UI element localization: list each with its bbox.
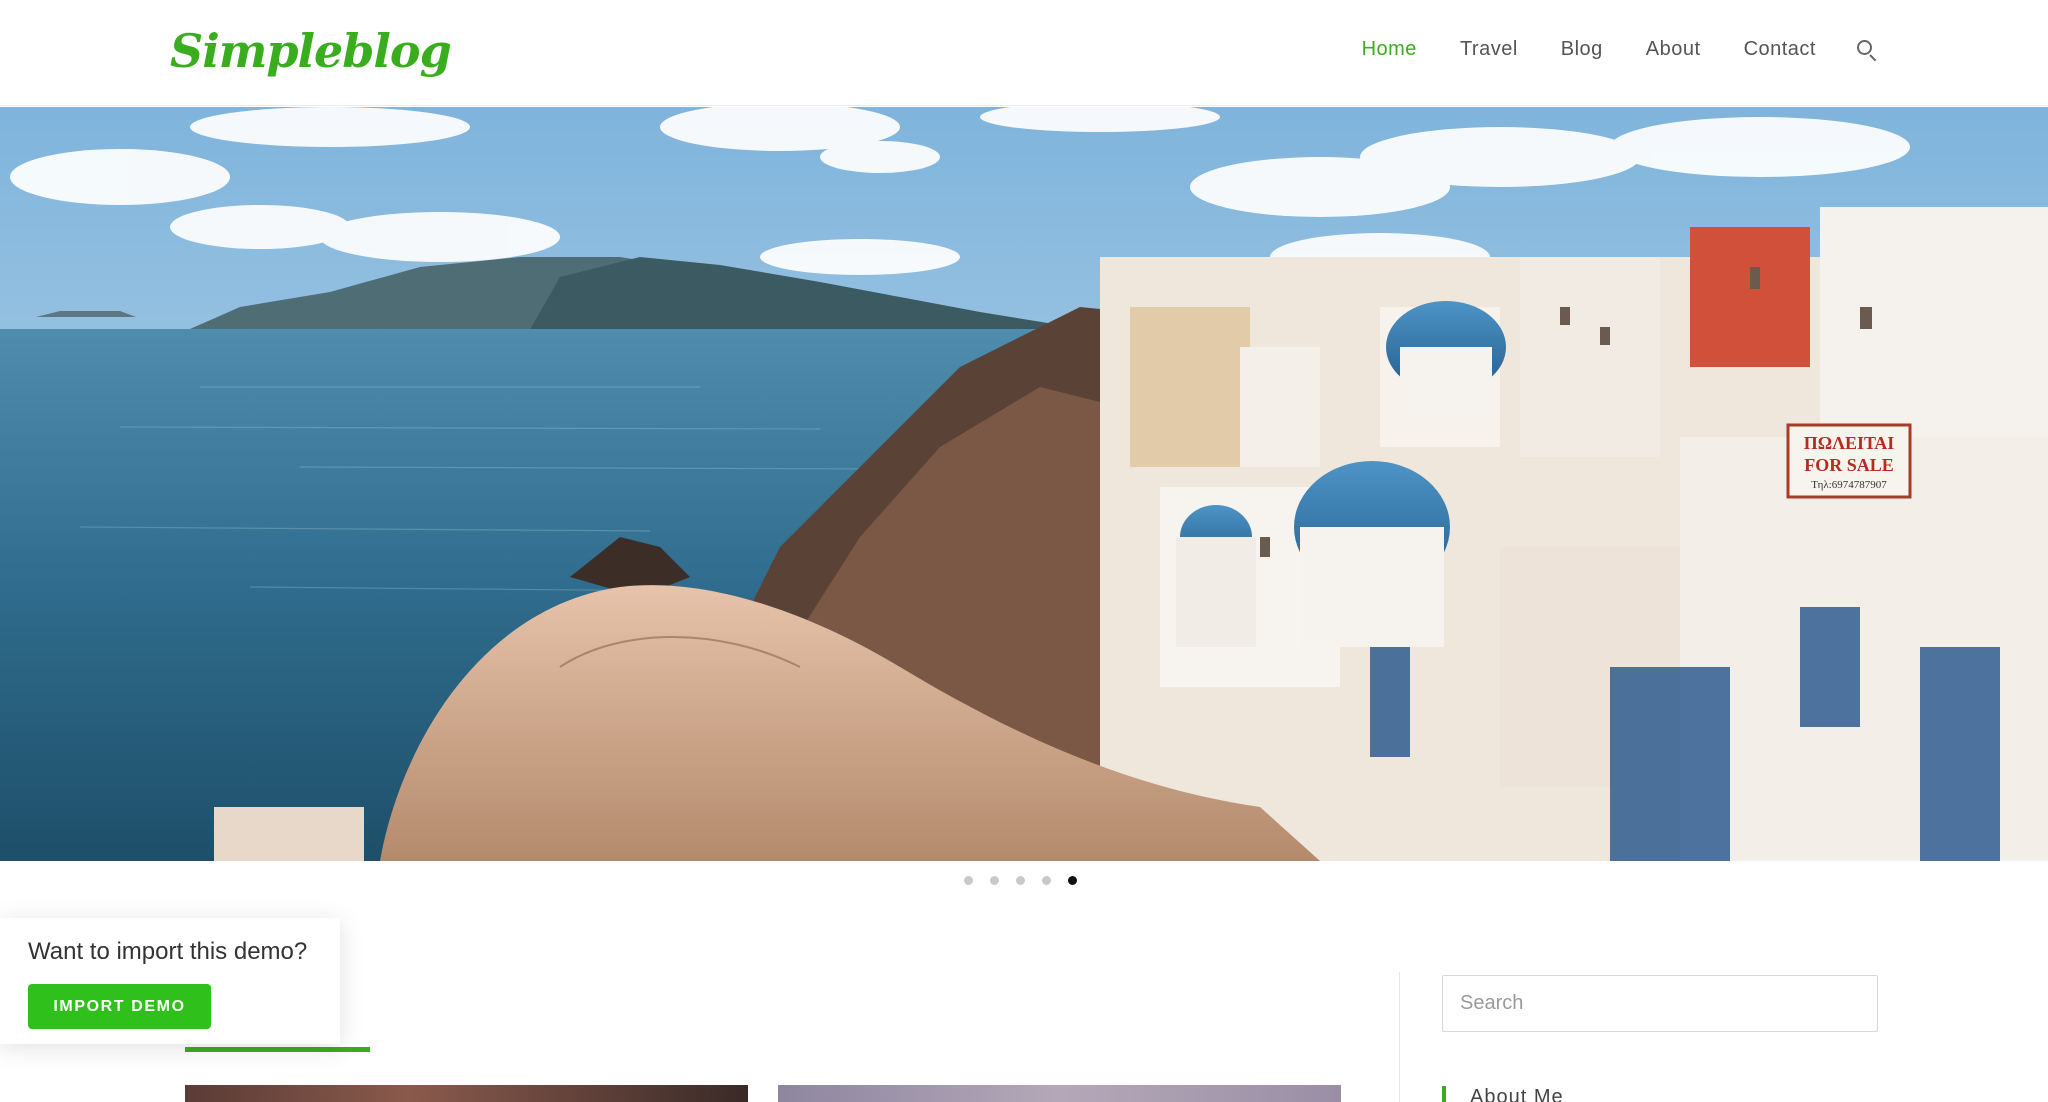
hero-slider-image: ΠΩΛΕΙΤΑΙ FOR SALE Τηλ:6974787907 — [0, 107, 2048, 861]
sign-line1: ΠΩΛΕΙΤΑΙ — [1804, 433, 1895, 453]
nav-item-blog[interactable]: Blog — [1561, 38, 1603, 61]
import-demo-popup: Want to import this demo? IMPORT DEMO — [0, 918, 340, 1044]
main-nav: Home Travel Blog About Contact — [1319, 38, 1878, 61]
popup-text: Want to import this demo? — [28, 938, 308, 965]
sign-line3: Τηλ:6974787907 — [1811, 479, 1887, 491]
sign-line2: FOR SALE — [1804, 455, 1894, 475]
site-logo[interactable]: Simpleblog — [170, 24, 452, 78]
sidebar-search-input[interactable] — [1442, 975, 1878, 1032]
search-icon[interactable] — [1856, 39, 1878, 61]
nav-item-contact[interactable]: Contact — [1744, 38, 1816, 61]
post-thumbnail[interactable] — [185, 1085, 748, 1102]
sidebar-divider — [1399, 972, 1400, 1102]
slider-dot[interactable] — [964, 876, 973, 885]
nav-item-about[interactable]: About — [1646, 38, 1701, 61]
widget-title-about: About Me — [1442, 1086, 1564, 1102]
nav-item-home[interactable]: Home — [1362, 38, 1417, 61]
slider-dot-active[interactable] — [1068, 876, 1077, 885]
import-demo-button[interactable]: IMPORT DEMO — [28, 984, 211, 1029]
post-thumbnail[interactable] — [778, 1085, 1341, 1102]
slider-dot[interactable] — [990, 876, 999, 885]
site-header: Simpleblog Home Travel Blog About Contac… — [0, 0, 2048, 106]
slider-dots — [964, 876, 1094, 885]
nav-item-travel[interactable]: Travel — [1460, 38, 1518, 61]
santorini-illustration: ΠΩΛΕΙΤΑΙ FOR SALE Τηλ:6974787907 — [0, 107, 2048, 861]
title-underline — [185, 1047, 370, 1052]
slider-dot[interactable] — [1042, 876, 1051, 885]
slider-dot[interactable] — [1016, 876, 1025, 885]
